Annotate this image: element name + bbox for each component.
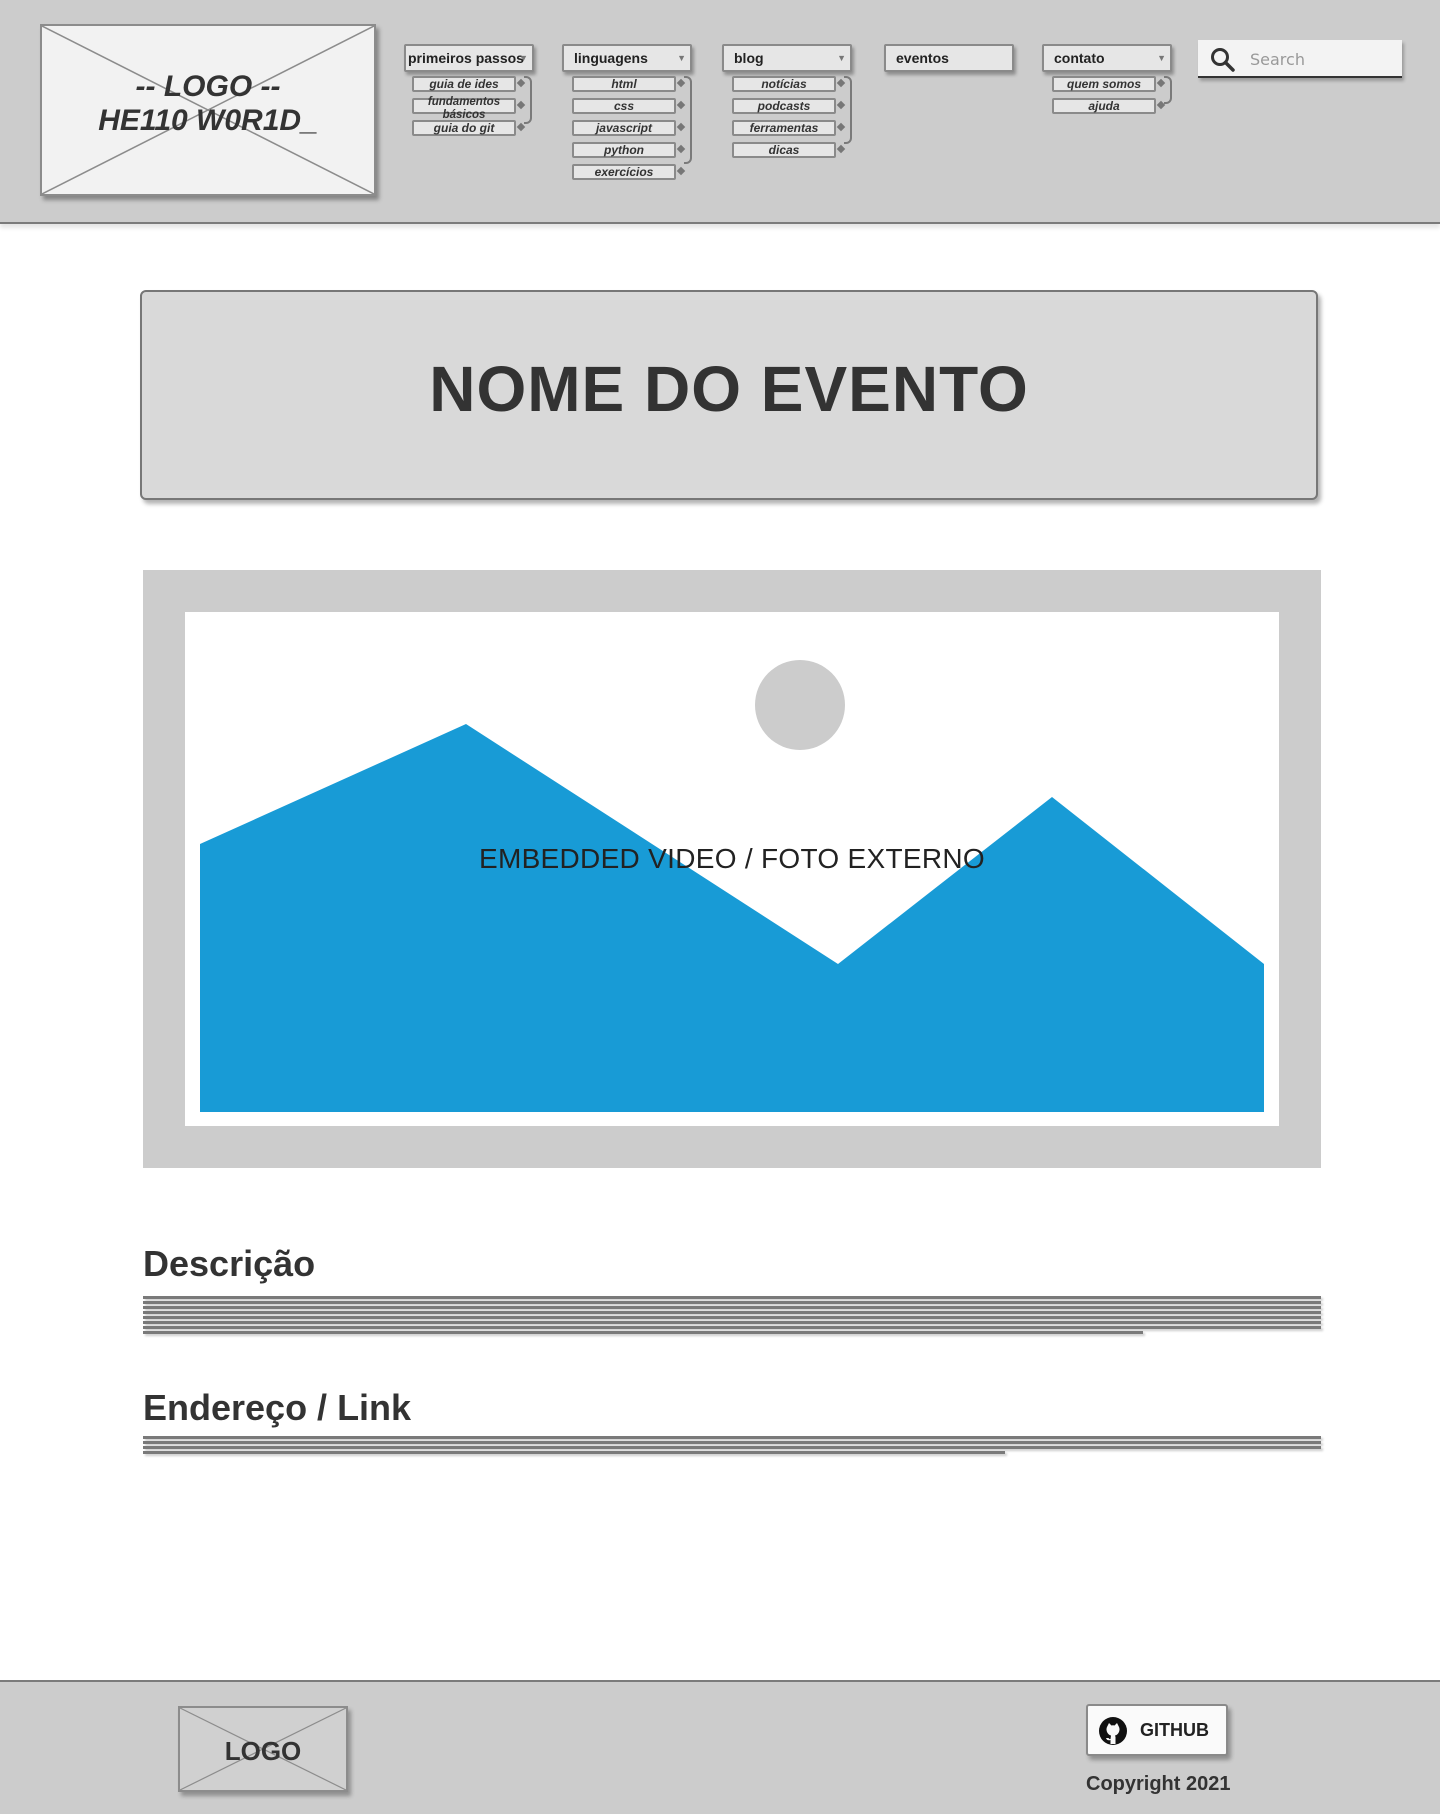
github-button[interactable]: GITHUB	[1086, 1704, 1228, 1756]
address-heading: Endereço / Link	[143, 1387, 412, 1428]
text-line	[143, 1321, 1321, 1324]
copyright-text: Copyright 2021	[1086, 1773, 1231, 1795]
submenu-item-label: javascript	[595, 121, 653, 135]
text-line	[143, 1446, 1321, 1449]
submenu-contato: quem somos ajuda	[1052, 76, 1172, 114]
submenu-item[interactable]: guia do git	[412, 120, 516, 136]
submenu-primeiros-passos: guia de ides fundamentos básicos guia do…	[412, 76, 532, 136]
dropdown-arrow-icon: ▼	[1157, 53, 1166, 63]
nav-primeiros-passos: primeiros passos ▼ guia de ides fundamen…	[404, 44, 534, 142]
nav-contato: contato ▼ quem somos ajuda	[1042, 44, 1172, 120]
submenu-item-label: guia de ides	[429, 77, 499, 91]
submenu-item[interactable]: fundamentos básicos	[412, 96, 516, 121]
submenu-blog: notícias podcasts ferramentas dicas	[732, 76, 852, 158]
logo-line-1: -- LOGO --	[135, 70, 281, 103]
search-icon	[1211, 48, 1235, 72]
site-footer: LOGO GITHUB Copyright 2021	[0, 1680, 1440, 1814]
submenu-connector	[524, 76, 532, 124]
submenu-item[interactable]: python	[572, 142, 676, 158]
text-line	[143, 1301, 1321, 1304]
github-label: GITHUB	[1140, 1720, 1209, 1740]
submenu-connector	[1164, 76, 1172, 104]
text-line	[143, 1331, 1143, 1334]
submenu-item[interactable]: quem somos	[1052, 76, 1156, 92]
description-text-placeholder	[143, 1296, 1321, 1336]
submenu-item-label: podcasts	[757, 99, 811, 113]
submenu-item-label: guia do git	[433, 121, 495, 135]
nav-button-blog[interactable]: blog ▼	[722, 44, 852, 72]
media-caption: EMBEDDED VIDEO / FOTO EXTERNO	[478, 843, 986, 874]
submenu-item[interactable]: javascript	[572, 120, 676, 136]
submenu-item-label: python	[604, 143, 644, 157]
event-title-banner: NOME DO EVENTO	[140, 290, 1318, 500]
logo-text: -- LOGO -- HE110 W0R1D_	[42, 70, 374, 138]
submenu-item-label: ajuda	[1088, 99, 1120, 113]
dropdown-arrow-icon: ▼	[677, 53, 686, 63]
text-line	[143, 1311, 1321, 1314]
nav-label: blog	[734, 50, 764, 66]
dropdown-arrow-icon: ▼	[519, 53, 528, 63]
search-box	[1198, 40, 1402, 78]
logo-line-2: HE110 W0R1D_	[98, 104, 318, 137]
submenu-item-label: exercícios	[594, 165, 654, 179]
submenu-connector	[844, 76, 852, 144]
submenu-item[interactable]: guia de ides	[412, 76, 516, 92]
submenu-item-label: html	[611, 77, 637, 91]
text-line	[143, 1316, 1321, 1319]
nav-button-primeiros-passos[interactable]: primeiros passos ▼	[404, 44, 534, 72]
text-line	[143, 1296, 1321, 1299]
nav-button-eventos[interactable]: eventos	[884, 44, 1014, 72]
text-line	[143, 1451, 1005, 1454]
submenu-item[interactable]: exercícios	[572, 164, 676, 180]
event-title: NOME DO EVENTO	[429, 353, 1029, 425]
submenu-item-label: ferramentas	[749, 121, 819, 135]
github-icon	[1099, 1717, 1127, 1745]
nav-linguagens: linguagens ▼ html css javascript python …	[562, 44, 692, 186]
nav-label: contato	[1054, 50, 1105, 66]
text-line	[143, 1326, 1321, 1329]
address-text-placeholder	[143, 1436, 1321, 1456]
search-input[interactable]	[1248, 46, 1392, 72]
footer-logo-label: LOGO	[224, 1736, 302, 1766]
submenu-item[interactable]: ferramentas	[732, 120, 836, 136]
submenu-item[interactable]: podcasts	[732, 98, 836, 114]
submenu-item[interactable]: dicas	[732, 142, 836, 158]
nav-label: linguagens	[574, 50, 648, 66]
submenu-item-label: quem somos	[1066, 77, 1141, 91]
nav-button-linguagens[interactable]: linguagens ▼	[562, 44, 692, 72]
description-heading: Descrição	[143, 1243, 316, 1284]
submenu-item-label: fundamentos básicos	[427, 96, 501, 121]
nav-blog: blog ▼ notícias podcasts ferramentas dic…	[722, 44, 852, 164]
media-embed[interactable]: EMBEDDED VIDEO / FOTO EXTERNO	[185, 612, 1279, 1126]
site-header: -- LOGO -- HE110 W0R1D_ primeiros passos…	[0, 0, 1440, 224]
footer-logo[interactable]: LOGO	[178, 1706, 348, 1792]
text-line	[143, 1306, 1321, 1309]
submenu-linguagens: html css javascript python exercícios	[572, 76, 692, 180]
nav-label: primeiros passos	[408, 50, 524, 66]
submenu-item-label: css	[613, 99, 635, 113]
nav-button-contato[interactable]: contato ▼	[1042, 44, 1172, 72]
submenu-item[interactable]: css	[572, 98, 676, 114]
dropdown-arrow-icon: ▼	[837, 53, 846, 63]
submenu-item[interactable]: notícias	[732, 76, 836, 92]
nav-eventos: eventos	[884, 44, 1014, 72]
media-embed-frame[interactable]: EMBEDDED VIDEO / FOTO EXTERNO	[143, 570, 1321, 1168]
submenu-item-label: dicas	[768, 143, 800, 157]
submenu-item[interactable]: ajuda	[1052, 98, 1156, 114]
submenu-connector	[684, 76, 692, 164]
submenu-item[interactable]: html	[572, 76, 676, 92]
text-line	[143, 1441, 1321, 1444]
text-line	[143, 1436, 1321, 1439]
submenu-item-label: notícias	[761, 77, 807, 91]
logo-placeholder[interactable]: -- LOGO -- HE110 W0R1D_	[40, 24, 376, 196]
nav-label: eventos	[896, 50, 949, 66]
